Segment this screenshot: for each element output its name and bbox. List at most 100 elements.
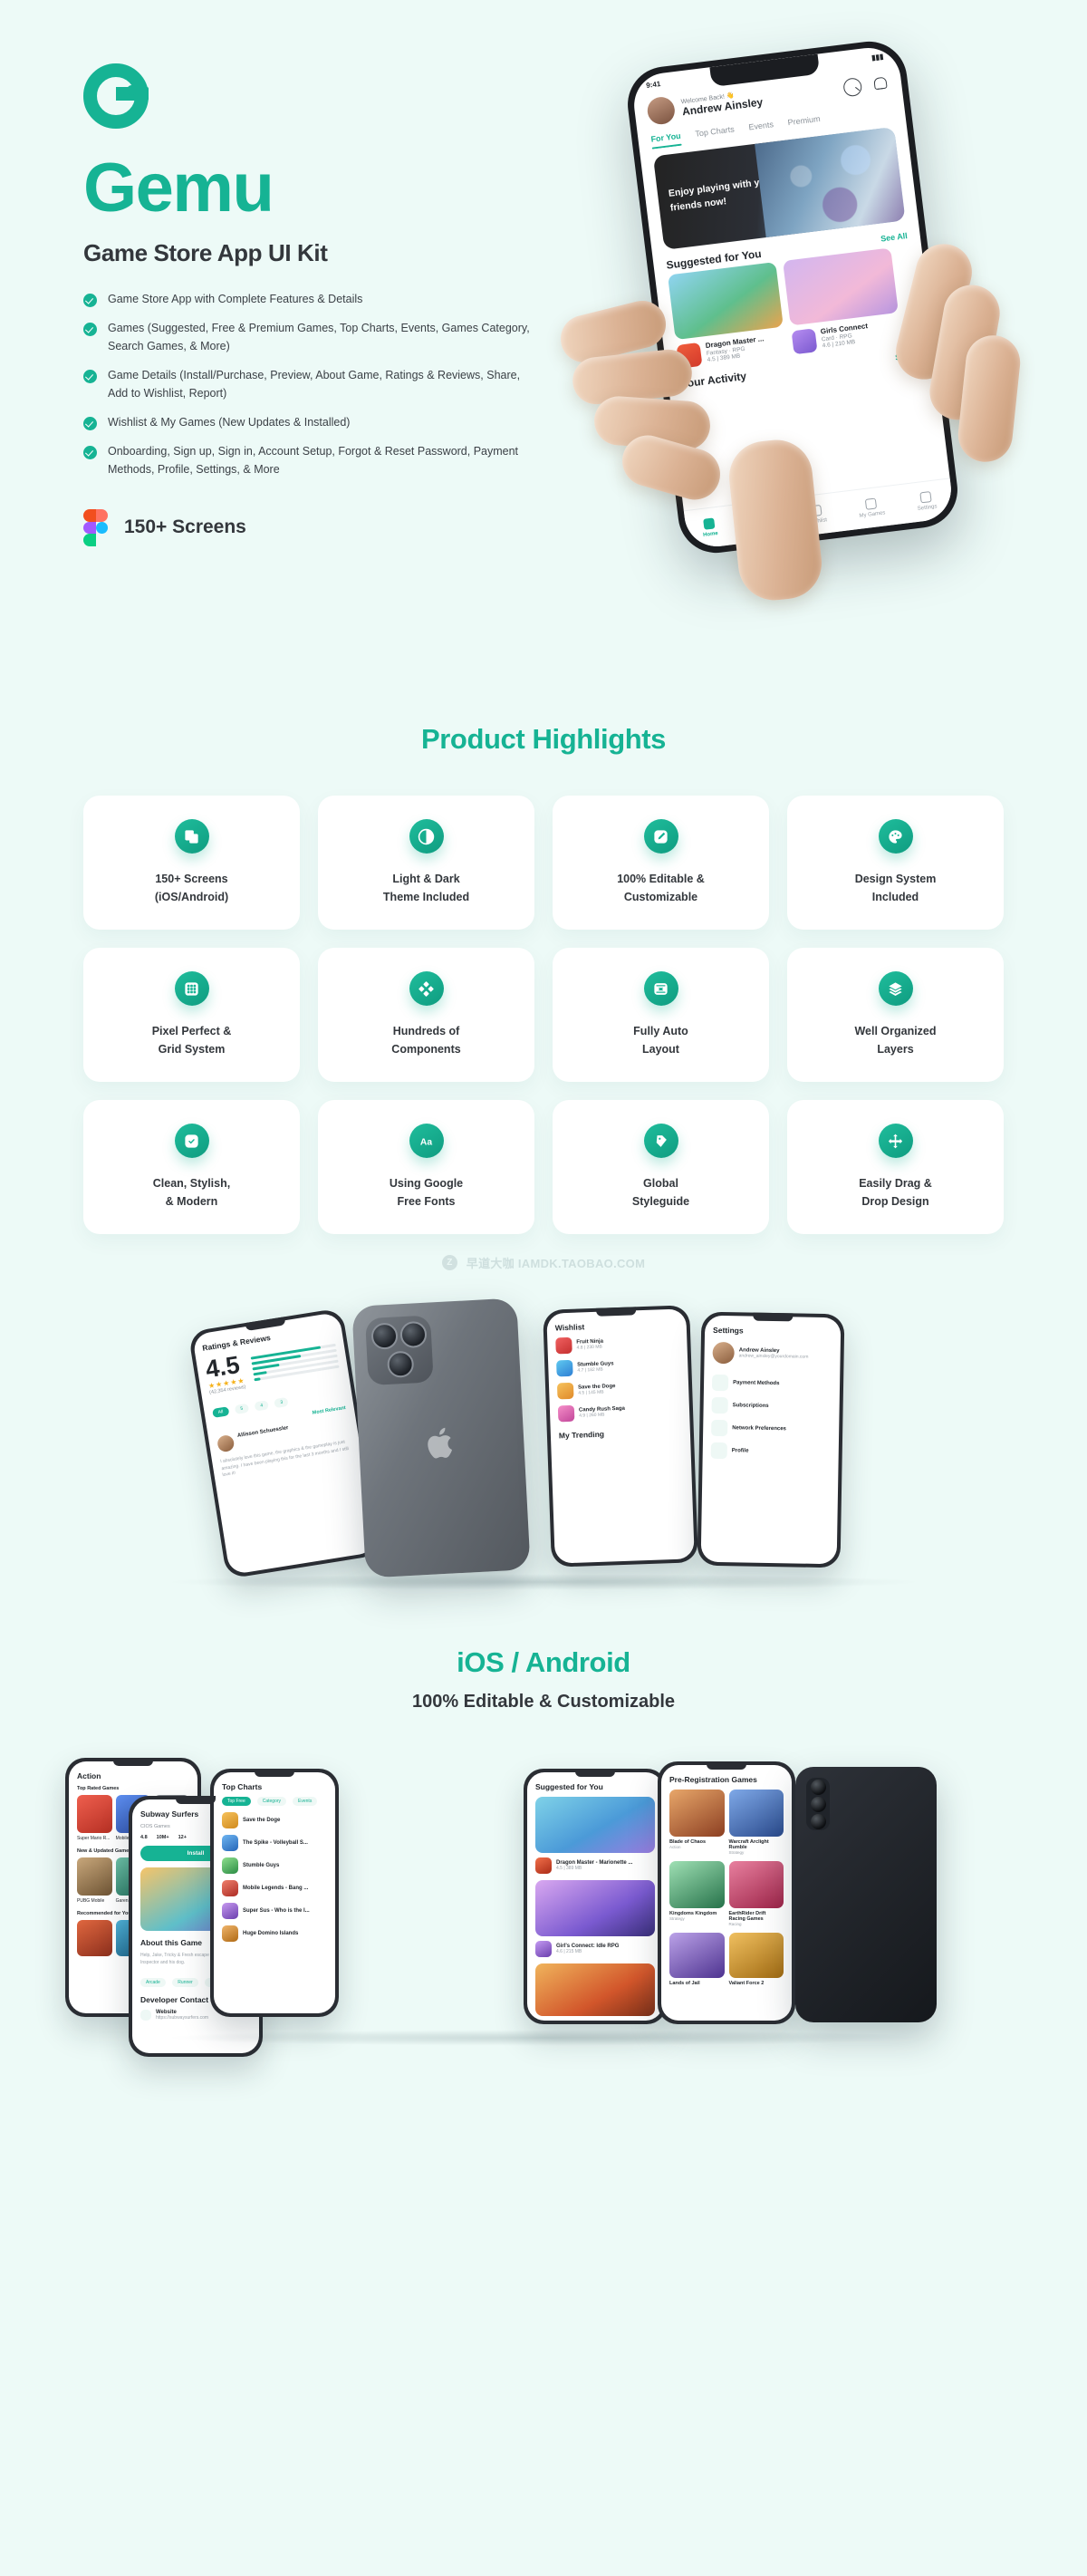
check-circle-icon (83, 416, 97, 430)
game-thumbnail[interactable] (77, 1920, 112, 1956)
rating-value: 4.8 (140, 1835, 148, 1840)
section-title: My Trending (558, 1429, 605, 1441)
game-thumbnail[interactable] (535, 1880, 655, 1936)
list-item[interactable]: Fruit Ninja 4.8 | 230 MB (555, 1334, 679, 1355)
see-all-link[interactable]: See All (895, 350, 923, 362)
tabbar-item-home[interactable]: Home (701, 517, 718, 538)
phone-device: 9:41 ▮▮▮ Welcome Back! 👋 Andrew Ainsley (623, 37, 962, 557)
highlight-card: Fully Auto Layout (553, 948, 769, 1082)
tabbar-item-settings[interactable]: Settings (916, 490, 938, 512)
heart-icon (810, 504, 823, 517)
game-meta: 4.7 | 182 MB (577, 1366, 603, 1374)
avatar[interactable] (646, 95, 677, 126)
game-card[interactable]: Girls Connect Card · RPG 4.6 | 210 MB (783, 247, 902, 355)
settings-item[interactable]: Network Preferences (711, 1419, 831, 1438)
list-item[interactable]: Dragon Master - Marionette ... 4.5 | 389 … (535, 1857, 655, 1874)
reviewer-name: Allisson Schuessler (236, 1425, 289, 1439)
list-item[interactable]: The Spike - Volleyball S... (222, 1835, 327, 1851)
game-name: The Spike - Volleyball S... (243, 1840, 308, 1846)
filter-chip-all[interactable]: All (212, 1406, 229, 1418)
drag-move-icon (878, 1124, 913, 1158)
phone-wishlist: Wishlist Fruit Ninja 4.8 | 230 MB Stumble… (543, 1305, 698, 1568)
see-all-link[interactable]: See All (880, 231, 909, 244)
game-name: Fruit Ninja 4.8 | 230 MB (576, 1338, 604, 1351)
list-item[interactable]: Huge Domino Islands (222, 1925, 327, 1942)
settings-item[interactable]: Profile (710, 1442, 831, 1461)
list-item[interactable]: Stumble Guys 4.7 | 182 MB (556, 1356, 680, 1377)
list-item[interactable]: Stumble Guys (222, 1857, 327, 1874)
tabbar-item-wishlist[interactable]: Wishlist (806, 504, 827, 526)
highlight-label: Pixel Perfect & Grid System (151, 1025, 232, 1056)
highlight-label: Easily Drag & Drop Design (859, 1177, 932, 1208)
game-icon (222, 1835, 238, 1851)
tab-top-charts[interactable]: Top Charts (695, 125, 736, 144)
phone-android-back-cover (795, 1767, 937, 2022)
list-item[interactable]: Candy Rush Saga 4.9 | 260 MB (557, 1402, 682, 1423)
profile-icon (710, 1442, 727, 1460)
highlight-card: Global Styleguide (553, 1100, 769, 1234)
filter-chip-5[interactable]: 5 (234, 1403, 249, 1414)
game-thumbnail[interactable] (77, 1795, 112, 1833)
grid-icon (174, 971, 209, 1006)
developer-link-label: Website https://subwaysurfers.com (156, 2010, 209, 2021)
feature-text: Wishlist & My Games (New Updates & Insta… (108, 415, 351, 429)
tabbar-label: Top Charts (749, 524, 777, 533)
list-item[interactable]: Girl's Connect: Idle RPG 4.6 | 215 MB (535, 1941, 655, 1957)
game-name: Save the Doge 4.5 | 145 MB (578, 1384, 616, 1396)
phone-settings: Settings Andrew Ainsley andrew_ainsley@yo… (697, 1311, 845, 1568)
game-thumbnail[interactable] (669, 1790, 725, 1837)
filter-chip-3[interactable]: 3 (274, 1396, 289, 1409)
status-time: 9:41 (645, 80, 661, 90)
filter-chip-4[interactable]: 4 (254, 1400, 269, 1412)
phone-suggested-android: Suggested for You Dragon Master - Marion… (524, 1769, 667, 2024)
feature-text: Games (Suggested, Free & Premium Games, … (108, 322, 530, 352)
bell-icon[interactable] (870, 73, 890, 93)
feature-item: Games (Suggested, Free & Premium Games, … (83, 320, 591, 355)
tab-events[interactable]: Events (293, 1797, 318, 1806)
tag-chip[interactable]: Runner (172, 1978, 198, 1987)
list-item[interactable]: Save the Doge 4.5 | 145 MB (556, 1379, 681, 1400)
tabbar-item-top-charts[interactable]: Top Charts (748, 510, 777, 533)
network-icon (711, 1419, 728, 1437)
game-thumbnail[interactable] (728, 1861, 784, 1908)
game-name: Save the Doge (243, 1818, 281, 1823)
game-icon (676, 342, 703, 369)
tab-category[interactable]: Category (256, 1797, 287, 1806)
game-thumbnail[interactable] (535, 1963, 655, 2016)
list-item[interactable]: Save the Doge (222, 1812, 327, 1828)
check-circle-icon (83, 446, 97, 460)
game-icon (222, 1925, 238, 1942)
game-thumbnail[interactable] (535, 1797, 655, 1853)
tag-chip[interactable]: Arcade (140, 1978, 166, 1987)
list-item[interactable]: Super Sus - Who is the I... (222, 1903, 327, 1919)
camera-module (806, 1778, 830, 1830)
gear-icon (919, 491, 932, 504)
game-name: Stumble Guys 4.7 | 182 MB (577, 1361, 614, 1374)
list-item[interactable]: Mobile Legends - Bang ... (222, 1880, 327, 1896)
search-icon[interactable] (842, 77, 863, 98)
camera-lens (810, 1814, 826, 1829)
home-icon (703, 517, 716, 530)
game-thumbnail[interactable] (77, 1857, 112, 1896)
settings-item[interactable]: Subscriptions (711, 1396, 831, 1415)
game-name: Dragon Master - Marionette ... 4.5 | 389 … (556, 1860, 633, 1871)
game-name: Stumble Guys (243, 1863, 280, 1868)
tabbar-item-my-games[interactable]: My Games (857, 497, 886, 519)
tab-top-free[interactable]: Top Free (222, 1797, 251, 1806)
profile-name: Andrew Ainsley andrew_ainsley@yourdomain.… (738, 1347, 809, 1360)
highlight-label: Light & Dark Theme Included (382, 873, 470, 903)
components-icon (409, 971, 444, 1006)
game-thumbnail[interactable] (669, 1933, 725, 1978)
settings-item[interactable]: Payment Methods (711, 1374, 832, 1393)
game-thumbnail[interactable] (728, 1790, 784, 1837)
game-thumbnail[interactable] (728, 1933, 784, 1978)
game-thumbnail[interactable] (669, 1861, 725, 1908)
highlight-label: Hundreds of Components (391, 1025, 461, 1056)
tab-for-you[interactable]: For You (650, 131, 682, 150)
tab-premium[interactable]: Premium (787, 114, 822, 132)
game-icon (556, 1382, 574, 1400)
game-card[interactable]: Dragon Master ... Fantasy · RPG 4.5 | 38… (668, 262, 787, 369)
phone-notch (596, 1307, 637, 1317)
bottom-tab-bar: Home Top Charts Wishlist My Games Settin… (683, 478, 955, 551)
tab-events[interactable]: Events (748, 120, 774, 137)
